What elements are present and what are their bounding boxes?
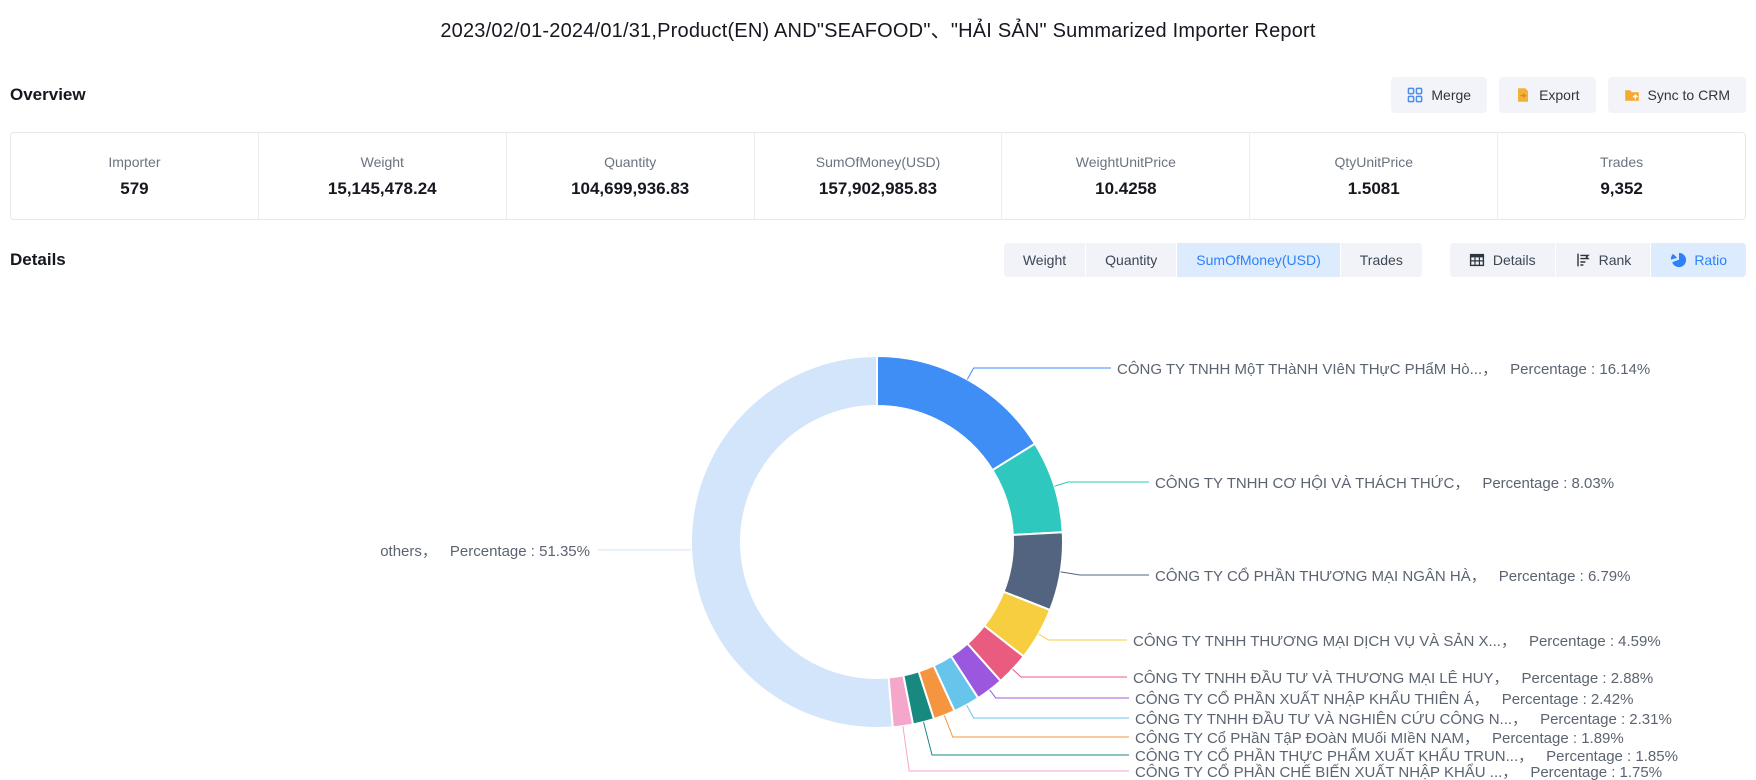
sync-crm-icon: [1624, 87, 1640, 103]
tab-ratio-label: Ratio: [1694, 252, 1727, 268]
importer-report-page: 2023/02/01-2024/01/31,Product(EN) AND"SE…: [0, 0, 1756, 780]
tab-sumofmoney-usd-[interactable]: SumOfMoney(USD): [1177, 243, 1339, 277]
export-button[interactable]: Export: [1499, 77, 1595, 113]
pie-label-percentage: Percentage : 16.14%: [1510, 361, 1650, 378]
tab-weight[interactable]: Weight: [1004, 243, 1085, 277]
pie-label: CÔNG TY TNHH ĐẦU TƯ VÀ THƯƠNG MẠI LÊ HUY…: [1133, 667, 1653, 688]
stat-label: Quantity: [604, 154, 656, 170]
stat-trades: Trades 9,352: [1497, 133, 1745, 219]
pie-label-percentage: Percentage : 2.88%: [1521, 670, 1653, 687]
stat-label: Importer: [108, 154, 160, 170]
tab-quantity[interactable]: Quantity: [1086, 243, 1176, 277]
pie-label-name: others，: [380, 543, 437, 560]
overview-heading: Overview: [10, 85, 86, 105]
pie-label: CÔNG TY CỔ PHẦN XUẤT NHẬP KHẨU THIÊN Á， P…: [1135, 688, 1633, 709]
pie-label-percentage: Percentage : 6.79%: [1499, 568, 1631, 585]
pie-label-name: CÔNG TY CỔ PHẦN XUẤT NHẬP KHẨU THIÊN Á，: [1135, 691, 1489, 708]
pie-label: CÔNG TY TNHH CƠ HỘI VÀ THÁCH THỨC， Percen…: [1155, 472, 1614, 493]
pie-label-name: CÔNG TY TNHH CƠ HỘI VÀ THÁCH THỨC，: [1155, 475, 1469, 492]
stat-value: 10.4258: [1095, 179, 1156, 199]
pie-label-name: CÔNG TY TNHH ĐẦU TƯ VÀ THƯƠNG MẠI LÊ HUY…: [1133, 670, 1508, 687]
stat-value: 579: [120, 179, 148, 199]
stat-value: 15,145,478.24: [328, 179, 437, 199]
page-title: 2023/02/01-2024/01/31,Product(EN) AND"SE…: [0, 14, 1756, 43]
pie-label: CÔNG TY CỔ PHẦN CHẾ BIẾN XUẤT NHẬP KHẨU …: [1135, 761, 1662, 780]
pie-label-percentage: Percentage : 2.42%: [1502, 691, 1634, 708]
pie-label-line: [1054, 482, 1149, 486]
sync-to-crm-button-label: Sync to CRM: [1648, 87, 1730, 103]
pie-label-percentage: Percentage : 2.31%: [1540, 711, 1672, 728]
tab-details[interactable]: Details: [1450, 243, 1555, 277]
merge-button[interactable]: Merge: [1391, 77, 1487, 113]
stat-value: 157,902,985.83: [819, 179, 937, 199]
stat-importer: Importer 579: [11, 133, 258, 219]
export-icon: [1515, 87, 1531, 103]
overview-header: Overview Merge: [10, 74, 1746, 116]
stat-quantity: Quantity 104,699,936.83: [506, 133, 754, 219]
pie-label-percentage: Percentage : 1.75%: [1530, 764, 1662, 780]
stat-qtyunitprice: QtyUnitPrice 1.5081: [1249, 133, 1497, 219]
stat-label: WeightUnitPrice: [1076, 154, 1176, 170]
pie-label-name: CÔNG TY TNHH THƯƠNG MẠI DỊCH VỤ VÀ SẢN X…: [1133, 633, 1516, 650]
pie-label: CÔNG TY CỔ PHẦN THƯƠNG MẠI NGÂN HÀ， Perce…: [1155, 565, 1630, 586]
pie-label-line: [924, 722, 1129, 755]
pie-label-line: [967, 705, 1129, 718]
details-header: Details WeightQuantitySumOfMoney(USD)Tra…: [10, 240, 1746, 280]
stat-value: 1.5081: [1348, 179, 1400, 199]
stat-weight: Weight 15,145,478.24: [258, 133, 506, 219]
pie-label-name: CÔNG TY CỔ PHẦN THƯƠNG MẠI NGÂN HÀ，: [1155, 568, 1486, 585]
pie-label-line: [967, 368, 1111, 379]
stat-sumofmoney-usd-: SumOfMoney(USD) 157,902,985.83: [754, 133, 1002, 219]
pie-label: CÔNG TY TNHH THƯƠNG MẠI DỊCH VỤ VÀ SẢN X…: [1133, 630, 1661, 651]
tab-details-label: Details: [1493, 252, 1536, 268]
stat-label: SumOfMoney(USD): [816, 154, 940, 170]
overview-stats-card: Importer 579 Weight 15,145,478.24 Quantity 10…: [10, 132, 1746, 220]
pie-slice[interactable]: [691, 356, 893, 728]
merge-button-label: Merge: [1431, 87, 1471, 103]
pie-label-name: CÔNG TY TNHH ĐẦU TƯ VÀ NGHIÊN CỨU CÔNG N…: [1135, 711, 1527, 728]
stat-value: 104,699,936.83: [571, 179, 689, 199]
pie-label-name: CÔNG TY CỔ PHẦN CHẾ BIẾN XUẤT NHẬP KHẨU …: [1135, 764, 1517, 780]
pie-label-percentage: Percentage : 8.03%: [1482, 475, 1614, 492]
tab-ratio[interactable]: Ratio: [1651, 243, 1746, 277]
pie-label: others， Percentage : 51.35%: [380, 540, 590, 561]
rank-icon: [1575, 252, 1591, 268]
stat-weightunitprice: WeightUnitPrice 10.4258: [1001, 133, 1249, 219]
stat-label: Weight: [361, 154, 404, 170]
tab-rank-label: Rank: [1599, 252, 1632, 268]
merge-icon: [1407, 87, 1423, 103]
pie-label-percentage: Percentage : 4.59%: [1529, 633, 1661, 650]
pie-label-name: CÔNG TY TNHH MộT THàNH VIêN THựC PHẩM Hò…: [1117, 361, 1497, 378]
pie-label: CÔNG TY TNHH MộT THàNH VIêN THựC PHẩM Hò…: [1117, 358, 1650, 379]
pie-label-line: [903, 726, 1129, 771]
table-icon: [1469, 252, 1485, 268]
metric-tab-group: WeightQuantitySumOfMoney(USD)Trades: [1004, 243, 1422, 277]
view-tab-group: Details Rank: [1450, 243, 1746, 277]
overview-actions: Merge Export Sync to CRM: [1391, 77, 1746, 113]
pie-label-line: [1013, 669, 1127, 677]
details-controls: WeightQuantitySumOfMoney(USD)Trades Deta…: [1004, 243, 1746, 277]
pie-label-line: [1061, 572, 1149, 575]
stat-label: Trades: [1600, 154, 1643, 170]
sync-to-crm-button[interactable]: Sync to CRM: [1608, 77, 1746, 113]
pie-label-line: [990, 690, 1129, 698]
tab-rank[interactable]: Rank: [1556, 243, 1651, 277]
pie-label-line: [1039, 634, 1127, 640]
pie-label-percentage: Percentage : 51.35%: [450, 543, 590, 560]
stat-label: QtyUnitPrice: [1334, 154, 1413, 170]
pie-slice[interactable]: [877, 356, 1035, 470]
tab-trades[interactable]: Trades: [1341, 243, 1422, 277]
export-button-label: Export: [1539, 87, 1579, 103]
ratio-pie-chart: CÔNG TY TNHH MộT THàNH VIêN THựC PHẩM Hò…: [0, 280, 1756, 780]
pie-label-line: [944, 715, 1129, 737]
pie-icon: [1670, 252, 1686, 268]
details-heading: Details: [10, 250, 66, 270]
pie-label: CÔNG TY TNHH ĐẦU TƯ VÀ NGHIÊN CỨU CÔNG N…: [1135, 708, 1672, 729]
stat-value: 9,352: [1600, 179, 1643, 199]
